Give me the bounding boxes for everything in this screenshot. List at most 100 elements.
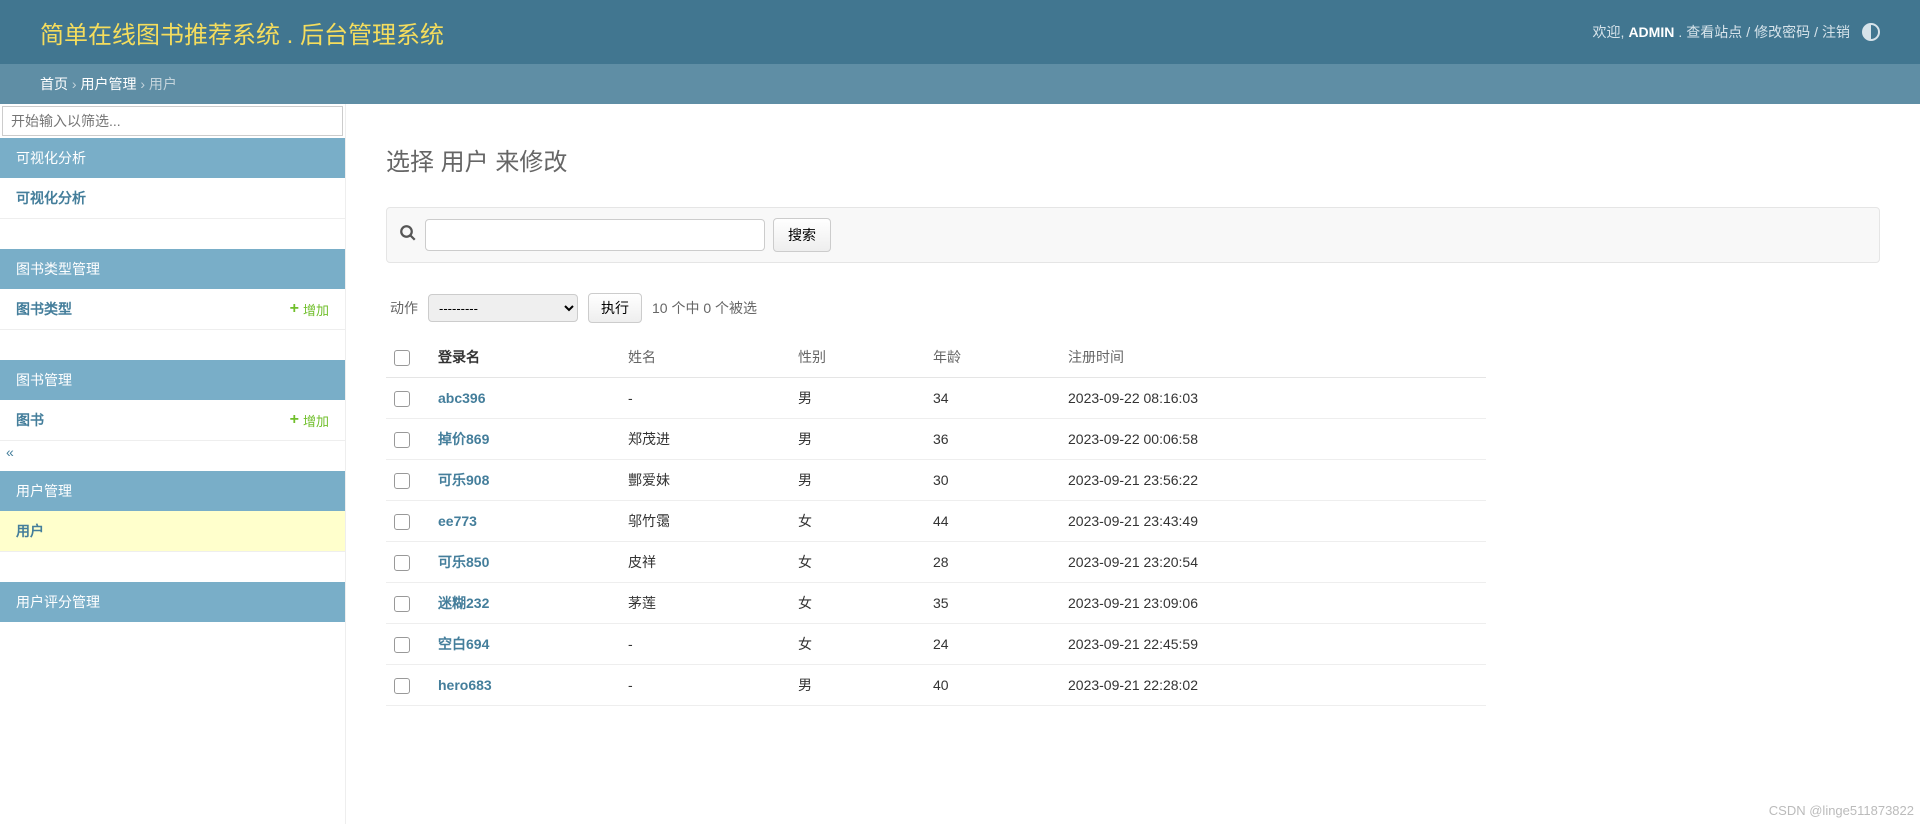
breadcrumb-current: 用户: [149, 76, 177, 92]
sep: /: [1814, 24, 1818, 40]
row-login-link[interactable]: 可乐908: [438, 472, 489, 488]
row-login-link[interactable]: 空白694: [438, 636, 489, 652]
table-row: 可乐850 皮祥女282023-09-21 23:20:54: [386, 542, 1486, 583]
module-caption: 图书类型管理: [0, 249, 345, 289]
sidebar[interactable]: 可视化分析 可视化分析 图书类型管理 图书类型 增加 图书管理 图书 增加 用户…: [0, 104, 346, 824]
change-password-link[interactable]: 修改密码: [1754, 22, 1810, 42]
breadcrumb-app[interactable]: 用户管理: [80, 76, 136, 92]
row-gender: 男: [790, 419, 925, 460]
col-gender[interactable]: 性别: [790, 337, 925, 378]
search-toolbar: 搜索: [386, 207, 1880, 263]
sidebar-filter-input[interactable]: [2, 106, 343, 136]
row-login-link[interactable]: abc396: [438, 390, 485, 406]
row-login-link[interactable]: hero683: [438, 677, 492, 693]
row-name: 皮祥: [620, 542, 790, 583]
sidebar-item-label[interactable]: 可视化分析: [16, 188, 86, 208]
watermark: CSDN @linge511873822: [1769, 803, 1914, 818]
row-age: 40: [925, 665, 1060, 706]
sidebar-item-book[interactable]: 图书 增加: [0, 400, 345, 441]
row-checkbox[interactable]: [394, 514, 410, 530]
row-gender: 男: [790, 665, 925, 706]
user-tools: 欢迎, ADMIN. 查看站点 / 修改密码 / 注销: [1593, 22, 1880, 42]
sidebar-item-label[interactable]: 用户: [16, 521, 44, 541]
table-row: 掉价869 郑茂进男362023-09-22 00:06:58: [386, 419, 1486, 460]
col-login[interactable]: 登录名: [430, 337, 620, 378]
table-row: abc396 -男342023-09-22 08:16:03: [386, 378, 1486, 419]
module-caption: 用户管理: [0, 471, 345, 511]
module-rating: 用户评分管理: [0, 582, 345, 622]
sidebar-item-label[interactable]: 图书: [16, 410, 44, 430]
add-book-link[interactable]: 增加: [290, 411, 329, 430]
module-caption: 可视化分析: [0, 138, 345, 178]
row-checkbox[interactable]: [394, 391, 410, 407]
row-age: 24: [925, 624, 1060, 665]
welcome-text: 欢迎,: [1593, 22, 1625, 42]
row-gender: 女: [790, 583, 925, 624]
sidebar-item-visualization[interactable]: 可视化分析: [0, 178, 345, 219]
site-title[interactable]: 简单在线图书推荐系统 . 后台管理系统: [40, 15, 444, 50]
row-name: 郑茂进: [620, 419, 790, 460]
row-age: 44: [925, 501, 1060, 542]
row-age: 34: [925, 378, 1060, 419]
breadcrumb-home[interactable]: 首页: [40, 76, 68, 92]
row-created: 2023-09-22 00:06:58: [1060, 419, 1486, 460]
content: 选择 用户 来修改 搜索 动作 --------- 执行 10 个中 0 个被选…: [346, 104, 1920, 824]
row-login-link[interactable]: 迷糊232: [438, 595, 489, 611]
sidebar-item-label[interactable]: 图书类型: [16, 299, 72, 319]
logout-link[interactable]: 注销: [1822, 22, 1850, 42]
search-input[interactable]: [425, 219, 765, 251]
row-name: 邬竹霭: [620, 501, 790, 542]
row-age: 28: [925, 542, 1060, 583]
col-age[interactable]: 年龄: [925, 337, 1060, 378]
module-user: 用户管理 用户: [0, 471, 345, 552]
row-created: 2023-09-21 23:43:49: [1060, 501, 1486, 542]
module-caption: 用户评分管理: [0, 582, 345, 622]
row-created: 2023-09-21 23:20:54: [1060, 542, 1486, 583]
row-name: 酆爱妹: [620, 460, 790, 501]
row-gender: 女: [790, 542, 925, 583]
col-created[interactable]: 注册时间: [1060, 337, 1486, 378]
row-gender: 女: [790, 501, 925, 542]
row-checkbox[interactable]: [394, 596, 410, 612]
module-book-type: 图书类型管理 图书类型 增加: [0, 249, 345, 330]
row-login-link[interactable]: 掉价869: [438, 431, 489, 447]
row-age: 30: [925, 460, 1060, 501]
row-created: 2023-09-22 08:16:03: [1060, 378, 1486, 419]
table-row: ee773 邬竹霭女442023-09-21 23:43:49: [386, 501, 1486, 542]
sidebar-item-book-type[interactable]: 图书类型 增加: [0, 289, 345, 330]
search-button[interactable]: 搜索: [773, 218, 831, 252]
actions-go-button[interactable]: 执行: [588, 293, 642, 323]
page-title: 选择 用户 来修改: [386, 142, 1880, 177]
actions-select[interactable]: ---------: [428, 294, 578, 322]
row-checkbox[interactable]: [394, 637, 410, 653]
row-login-link[interactable]: 可乐850: [438, 554, 489, 570]
row-created: 2023-09-21 23:09:06: [1060, 583, 1486, 624]
theme-toggle-icon[interactable]: [1862, 23, 1880, 41]
collapse-sidebar-icon[interactable]: «: [6, 444, 14, 460]
add-book-type-link[interactable]: 增加: [290, 300, 329, 319]
row-checkbox[interactable]: [394, 678, 410, 694]
select-all-checkbox[interactable]: [394, 350, 410, 366]
view-site-link[interactable]: 查看站点: [1686, 22, 1742, 42]
row-login-link[interactable]: ee773: [438, 513, 477, 529]
table-header-row: 登录名 姓名 性别 年龄 注册时间: [386, 337, 1486, 378]
table-row: hero683-男402023-09-21 22:28:02: [386, 665, 1486, 706]
table-row: 可乐908酆爱妹男302023-09-21 23:56:22: [386, 460, 1486, 501]
table-row: 迷糊232茅莲女352023-09-21 23:09:06: [386, 583, 1486, 624]
sidebar-item-user[interactable]: 用户: [0, 511, 345, 552]
module-book: 图书管理 图书 增加: [0, 360, 345, 441]
row-checkbox[interactable]: [394, 473, 410, 489]
selection-counter: 10 个中 0 个被选: [652, 298, 757, 318]
row-created: 2023-09-21 23:56:22: [1060, 460, 1486, 501]
row-checkbox[interactable]: [394, 555, 410, 571]
sep: /: [1746, 24, 1750, 40]
module-caption: 图书管理: [0, 360, 345, 400]
row-age: 36: [925, 419, 1060, 460]
row-name: -: [620, 378, 790, 419]
row-gender: 女: [790, 624, 925, 665]
row-checkbox[interactable]: [394, 432, 410, 448]
row-gender: 男: [790, 378, 925, 419]
actions-bar: 动作 --------- 执行 10 个中 0 个被选: [386, 293, 1880, 323]
col-name[interactable]: 姓名: [620, 337, 790, 378]
search-icon: [399, 224, 417, 247]
